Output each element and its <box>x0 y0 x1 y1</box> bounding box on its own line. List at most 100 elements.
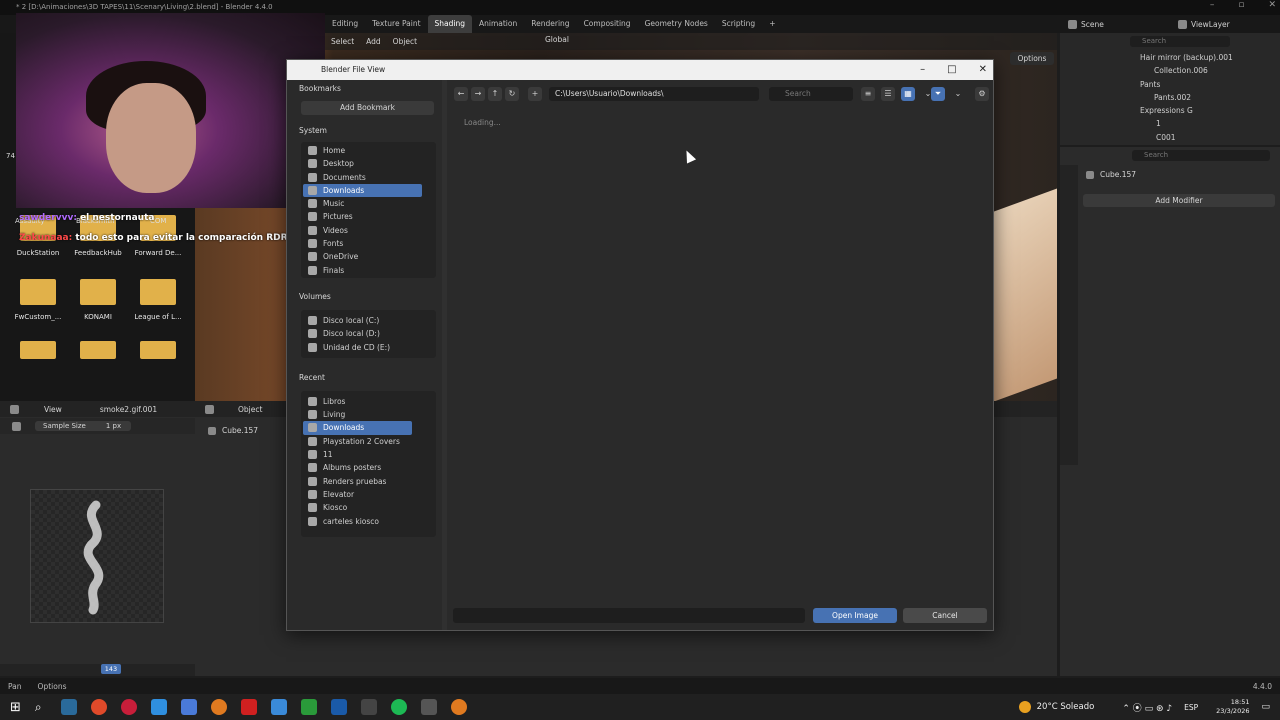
list-view-icon[interactable]: ≡ <box>861 87 875 101</box>
search-icon[interactable]: ⌕ <box>35 700 42 715</box>
add-bookmark-button[interactable]: Add Bookmark <box>301 101 434 115</box>
parent-directory-icon[interactable]: ↑ <box>488 87 502 101</box>
editor-type-icon[interactable] <box>205 404 214 414</box>
notification-icon[interactable]: ▭ <box>1261 702 1270 712</box>
outliner-row[interactable]: 1 <box>1140 117 1280 130</box>
editor-type-icon[interactable] <box>10 404 19 414</box>
taskview-icon[interactable] <box>60 699 77 715</box>
app-icon[interactable] <box>240 699 257 715</box>
eyedropper-icon[interactable] <box>12 421 21 431</box>
add-modifier-button[interactable]: Add Modifier <box>1083 194 1275 207</box>
system-header[interactable]: System <box>287 122 442 140</box>
obs-icon[interactable] <box>420 699 437 715</box>
minimize-icon[interactable]: – <box>920 64 925 75</box>
close-icon[interactable]: ✕ <box>979 64 987 75</box>
system-item-fonts[interactable]: Fonts <box>303 237 422 250</box>
volume-item[interactable]: Unidad de CD (E:) <box>303 341 434 354</box>
recent-item[interactable]: 11 <box>303 448 412 461</box>
menu-add[interactable]: Add <box>360 33 387 50</box>
recent-item[interactable]: Elevator <box>303 488 412 501</box>
timeline-bar[interactable] <box>0 664 195 676</box>
options-button[interactable]: Options <box>1010 52 1054 65</box>
outliner-row[interactable]: Pants <box>1140 78 1280 91</box>
spotify-icon[interactable] <box>390 699 407 715</box>
pycharm-icon[interactable] <box>300 699 317 715</box>
outliner-row[interactable]: Pants.002 <box>1140 91 1280 104</box>
menu-select[interactable]: Select <box>325 33 360 50</box>
properties-tabs[interactable] <box>1060 165 1078 465</box>
tab-texture-paint[interactable]: Texture Paint <box>365 15 427 33</box>
blender-icon[interactable] <box>450 699 467 715</box>
recent-item[interactable]: carteles kiosco <box>303 515 412 528</box>
window-controls[interactable]: – ▫ ✕ <box>1186 0 1276 15</box>
chevron-down-icon[interactable]: ⌄ <box>951 87 965 101</box>
open-image-button[interactable]: Open Image <box>813 608 897 623</box>
tab-animation[interactable]: Animation <box>472 15 524 33</box>
tab-scripting[interactable]: Scripting <box>715 15 762 33</box>
vscode-icon[interactable] <box>330 699 347 715</box>
folder-icon[interactable] <box>140 341 176 359</box>
system-item-pictures[interactable]: Pictures <box>303 210 422 223</box>
path-input[interactable]: C:\Users\Usuario\Downloads\ <box>549 87 759 101</box>
tray-icons[interactable]: ⌃ ⦿ ▭ ⊛ ♪ <box>1122 701 1172 714</box>
outliner-row[interactable]: Hair mirror (backup).001 <box>1140 51 1280 64</box>
thumbnail-view-icon[interactable]: ▦ <box>901 87 915 101</box>
recent-item[interactable]: Albums posters <box>303 461 412 474</box>
outliner-row[interactable]: C001 <box>1140 131 1280 144</box>
tab-rendering[interactable]: Rendering <box>524 15 576 33</box>
opera-icon[interactable] <box>120 699 137 715</box>
app-icon[interactable] <box>270 699 287 715</box>
windows-start-icon[interactable]: ⊞ <box>10 700 21 715</box>
system-item-videos[interactable]: Videos <box>303 224 422 237</box>
tab-compositing[interactable]: Compositing <box>577 15 638 33</box>
weather-text[interactable]: 20°C Soleado <box>1037 702 1095 712</box>
search-input[interactable]: Search <box>769 87 853 101</box>
detail-view-icon[interactable]: ☰ <box>881 87 895 101</box>
desktop-icon[interactable]: FwCustom_... <box>8 279 68 321</box>
orientation-dropdown[interactable]: Global <box>545 35 569 44</box>
recent-item[interactable]: Libros <box>303 395 412 408</box>
app-icon[interactable] <box>360 699 377 715</box>
scene-selector[interactable]: Scene <box>1068 17 1104 31</box>
view-menu[interactable]: View <box>44 405 62 414</box>
system-item-finals[interactable]: Finals <box>303 264 422 277</box>
current-frame[interactable]: 143 <box>101 664 121 674</box>
cancel-button[interactable]: Cancel <box>903 608 987 623</box>
mode-dropdown[interactable]: Object <box>238 405 262 414</box>
view-layer-selector[interactable]: ViewLayer <box>1178 17 1230 31</box>
add-workspace-button[interactable]: + <box>762 15 782 33</box>
filter-icon[interactable]: ⏷ <box>931 87 945 101</box>
system-item-onedrive[interactable]: OneDrive <box>303 250 422 263</box>
recent-item[interactable]: Downloads <box>303 421 412 435</box>
blender-icon[interactable] <box>210 699 227 715</box>
tab-geometry-nodes[interactable]: Geometry Nodes <box>638 15 715 33</box>
gear-icon[interactable]: ⚙ <box>975 87 989 101</box>
chrome-icon[interactable] <box>90 699 107 715</box>
image-name[interactable]: smoke2.gif.001 <box>100 405 157 414</box>
new-folder-icon[interactable]: + <box>528 87 542 101</box>
refresh-icon[interactable]: ↻ <box>505 87 519 101</box>
sample-size-field[interactable]: Sample Size 1 px <box>35 421 132 431</box>
properties-search[interactable]: Search <box>1132 150 1270 161</box>
tab-editing[interactable]: Editing <box>325 15 365 33</box>
system-item-home[interactable]: Home <box>303 144 422 157</box>
system-item-desktop[interactable]: Desktop <box>303 157 422 170</box>
folder-icon[interactable] <box>80 341 116 359</box>
language-indicator[interactable]: ESP <box>1184 703 1198 712</box>
system-item-music[interactable]: Music <box>303 197 422 210</box>
recent-item[interactable]: Kiosco <box>303 501 412 514</box>
clock[interactable]: 18:51 23/3/2026 <box>1216 698 1249 716</box>
system-item-downloads[interactable]: Downloads <box>303 183 422 198</box>
system-item-documents[interactable]: Documents <box>303 171 422 184</box>
maximize-icon[interactable]: ▫ <box>1238 0 1244 10</box>
desktop-icon[interactable]: League of L... <box>128 279 188 321</box>
minimize-icon[interactable]: – <box>1210 0 1215 10</box>
recent-item[interactable]: Playstation 2 Covers <box>303 435 412 448</box>
folder-icon[interactable] <box>20 341 56 359</box>
outliner-row[interactable]: Collection.006 <box>1140 64 1280 77</box>
volume-item[interactable]: Disco local (D:) <box>303 327 434 340</box>
outliner-row[interactable]: Expressions G <box>1140 104 1280 117</box>
tab-shading[interactable]: Shading <box>427 15 472 33</box>
outliner-search[interactable]: Search <box>1130 36 1230 47</box>
recent-item[interactable]: Renders pruebas <box>303 475 412 488</box>
